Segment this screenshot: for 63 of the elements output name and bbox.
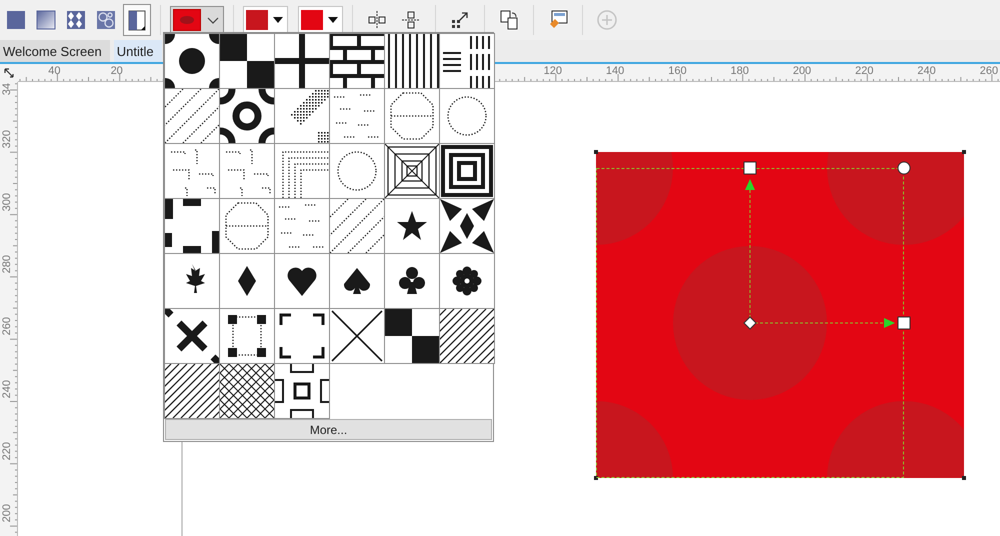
pattern-swatch[interactable] — [385, 144, 439, 198]
pattern-swatch[interactable] — [330, 309, 384, 363]
pattern-swatch[interactable] — [165, 364, 219, 418]
ruler-label: 260 — [980, 65, 998, 77]
plus-icon — [595, 8, 619, 32]
pattern-swatch[interactable] — [165, 34, 219, 88]
pattern-swatch[interactable] — [220, 364, 274, 418]
pattern-swatch[interactable] — [220, 34, 274, 88]
pattern-swatch[interactable] — [220, 89, 274, 143]
ruler-label: 20 — [110, 65, 123, 77]
ruler-label: 40 — [48, 65, 61, 77]
ruler-origin-icon[interactable] — [3, 67, 15, 79]
caret-icon — [273, 17, 283, 23]
ruler-label: 200 — [792, 65, 812, 77]
ruler-label: 180 — [730, 65, 749, 77]
fill-color-dropdown[interactable] — [170, 6, 224, 34]
ruler-label: 240 — [917, 65, 936, 77]
pattern-swatch[interactable] — [165, 144, 219, 198]
chevron-icon — [207, 16, 219, 24]
pattern-swatch[interactable] — [440, 34, 494, 88]
ruler-label: 260 — [1, 317, 13, 336]
selection-handle[interactable] — [594, 150, 598, 154]
pattern-swatch[interactable] — [440, 309, 494, 363]
color-picker[interactable] — [243, 6, 288, 34]
ruler-label: 160 — [668, 65, 687, 77]
ruler-label: 240 — [1, 380, 13, 398]
square-handle[interactable] — [898, 316, 910, 330]
pattern-swatch[interactable] — [275, 364, 329, 418]
pattern-swatch[interactable] — [275, 34, 329, 88]
ellipse-icon — [180, 16, 194, 24]
document-tab[interactable]: Untitle — [114, 40, 162, 62]
pattern-fill-icon — [64, 8, 88, 32]
ruler-label: 34 — [1, 83, 13, 96]
caret-icon — [328, 17, 338, 23]
pattern-swatch[interactable] — [385, 34, 439, 88]
pattern-swatch[interactable] — [440, 144, 494, 198]
more-button[interactable]: More... — [165, 419, 492, 440]
pattern-swatch[interactable] — [165, 309, 219, 363]
pattern-swatch[interactable] — [165, 89, 219, 143]
ruler-label: 200 — [1, 504, 13, 522]
ruler-label: 220 — [1, 442, 13, 460]
diamond-handle[interactable] — [743, 316, 757, 330]
square-handle[interactable] — [744, 162, 756, 174]
document-tab[interactable]: Welcome Screen — [0, 40, 110, 62]
ruler-label: 300 — [1, 192, 13, 211]
swirl-fill-icon — [94, 8, 118, 32]
pattern-swatch[interactable] — [330, 199, 384, 253]
ruler-label: 220 — [855, 65, 874, 77]
fill-type-button[interactable] — [123, 4, 151, 36]
pattern-swatch[interactable] — [385, 309, 439, 363]
color-picker[interactable] — [298, 6, 343, 34]
uniform-fill-icon — [4, 8, 28, 32]
pattern-swatch[interactable] — [330, 34, 384, 88]
pattern-swatch[interactable] — [165, 199, 219, 253]
ruler-label: 280 — [1, 254, 13, 274]
selection-handle[interactable] — [594, 476, 598, 480]
selection-handle[interactable] — [962, 150, 966, 154]
ruler-label: 140 — [606, 65, 624, 77]
selection-handle[interactable] — [962, 476, 966, 480]
ruler-label: 120 — [544, 65, 562, 77]
pattern-swatch[interactable] — [440, 199, 494, 253]
ruler-label: 320 — [1, 130, 13, 149]
gradient-fill-icon — [34, 8, 58, 32]
